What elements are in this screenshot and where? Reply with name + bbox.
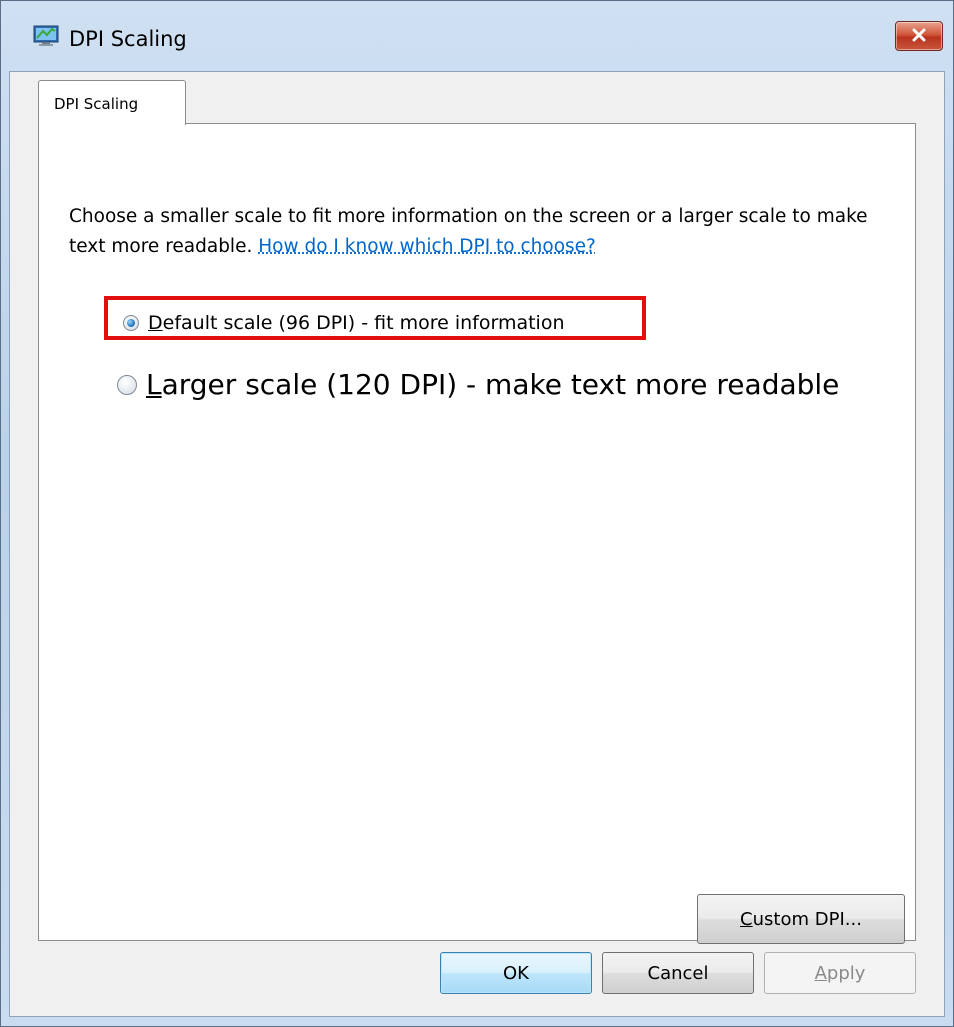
larger-scale-text: arger scale (120 DPI) - make text more r… [161, 368, 840, 401]
apply-mnemonic: A [814, 962, 827, 984]
tab-label: DPI Scaling [54, 95, 139, 113]
close-button[interactable] [895, 21, 943, 51]
dialog-client-area: DPI Scaling Choose a smaller scale to fi… [9, 71, 945, 1017]
custom-dpi-text: ustom DPI... [752, 908, 862, 930]
cancel-button[interactable]: Cancel [602, 952, 754, 994]
default-scale-option[interactable]: Default scale (96 DPI) - fit more inform… [123, 312, 565, 334]
larger-scale-radio[interactable] [117, 374, 137, 395]
custom-dpi-button[interactable]: Custom DPI... [697, 894, 905, 944]
apply-button[interactable]: Apply [764, 952, 916, 994]
custom-dpi-mnemonic: C [740, 908, 753, 930]
apply-text: pply [826, 962, 866, 984]
larger-scale-option[interactable]: Larger scale (120 DPI) - make text more … [117, 368, 839, 401]
window-title: DPI Scaling [69, 27, 187, 51]
radio-selected-dot [127, 319, 135, 327]
help-link[interactable]: How do I know which DPI to choose? [258, 236, 596, 257]
dpi-scaling-dialog: DPI Scaling DPI Scaling Choose a smaller… [0, 0, 954, 1027]
tab-panel: Choose a smaller scale to fit more infor… [38, 123, 916, 944]
title-bar: DPI Scaling [1, 1, 953, 71]
default-scale-radio[interactable] [123, 315, 139, 331]
monitor-icon [33, 25, 59, 47]
default-scale-text: efault scale (96 DPI) - fit more informa… [162, 312, 565, 334]
tab-dpi-scaling[interactable]: DPI Scaling [38, 80, 186, 125]
larger-scale-mnemonic: L [146, 368, 162, 401]
default-scale-label[interactable]: Default scale (96 DPI) - fit more inform… [148, 312, 565, 334]
default-scale-mnemonic: D [148, 312, 163, 334]
larger-scale-label[interactable]: Larger scale (120 DPI) - make text more … [146, 368, 839, 401]
close-icon [911, 27, 927, 46]
ok-button[interactable]: OK [440, 952, 592, 994]
description-text: Choose a smaller scale to fit more infor… [69, 202, 909, 262]
